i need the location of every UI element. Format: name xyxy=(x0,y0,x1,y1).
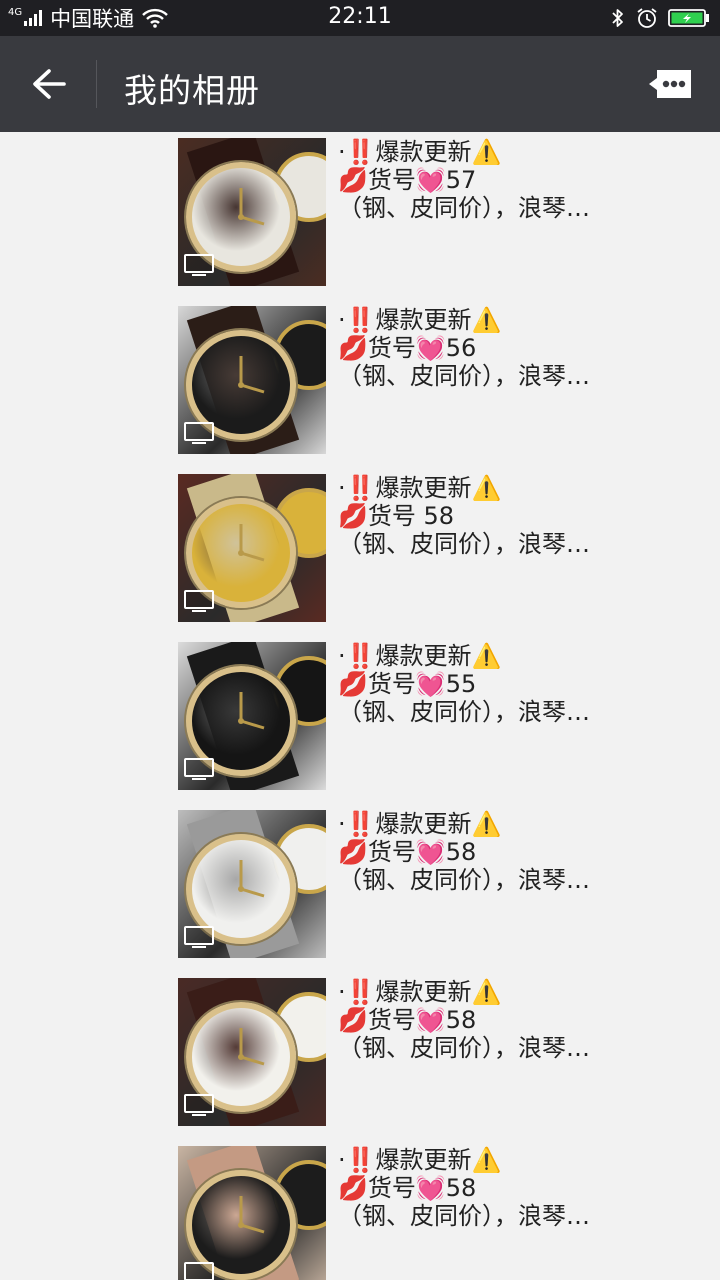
post-text-line3: （钢、皮同价），浪琴… xyxy=(338,194,590,222)
tv-icon xyxy=(184,1094,214,1120)
post-text-line2: 💋货号💓58 xyxy=(338,838,477,866)
album-post[interactable]: ·‼️爆款更新⚠️ 💋货号💓58 （钢、皮同价），浪琴… xyxy=(178,972,718,1126)
post-text-line1: ·‼️爆款更新⚠️ xyxy=(338,978,502,1006)
album-post[interactable]: ·‼️爆款更新⚠️ 💋货号💓56 （钢、皮同价），浪琴… xyxy=(178,300,718,454)
battery-icon xyxy=(668,8,710,28)
post-text-line3: （钢、皮同价），浪琴… xyxy=(338,698,590,726)
post-text-line3: （钢、皮同价），浪琴… xyxy=(338,866,590,894)
album-post[interactable]: ·‼️爆款更新⚠️ 💋货号💓57 （钢、皮同价），浪琴… xyxy=(178,132,718,286)
status-bar: 4G 中国联通 22:11 xyxy=(0,0,720,36)
post-text-line1: ·‼️爆款更新⚠️ xyxy=(338,474,502,502)
post-thumbnail[interactable] xyxy=(178,810,326,958)
tv-icon xyxy=(184,254,214,280)
post-text-line1: ·‼️爆款更新⚠️ xyxy=(338,138,502,166)
post-text-line2: 💋货号💓57 xyxy=(338,166,477,194)
album-post[interactable]: ·‼️爆款更新⚠️ 💋货号💓58 （钢、皮同价），浪琴… xyxy=(178,1140,718,1280)
tv-icon xyxy=(184,590,214,616)
post-text-line3: （钢、皮同价），浪琴… xyxy=(338,530,590,558)
album-list[interactable]: ·‼️爆款更新⚠️ 💋货号💓57 （钢、皮同价），浪琴… ·‼️爆款更新⚠️ 💋货号💓5… xyxy=(0,132,720,1280)
album-post[interactable]: ·‼️爆款更新⚠️ 💋货号💓58 （钢、皮同价），浪琴… xyxy=(178,804,718,958)
post-thumbnail[interactable] xyxy=(178,138,326,286)
post-text: ·‼️爆款更新⚠️ 💋货号💓55 （钢、皮同价），浪琴… xyxy=(338,642,718,726)
post-text: ·‼️爆款更新⚠️ 💋货号💓58 （钢、皮同价），浪琴… xyxy=(338,1146,718,1230)
post-text-line2: 💋货号 58 xyxy=(338,502,455,530)
more-button[interactable] xyxy=(640,64,700,104)
post-text: ·‼️爆款更新⚠️ 💋货号💓58 （钢、皮同价），浪琴… xyxy=(338,810,718,894)
post-text-line3: （钢、皮同价），浪琴… xyxy=(338,362,590,390)
post-thumbnail[interactable] xyxy=(178,1146,326,1280)
post-text-line1: ·‼️爆款更新⚠️ xyxy=(338,642,502,670)
post-thumbnail[interactable] xyxy=(178,978,326,1126)
tv-icon xyxy=(184,926,214,952)
arrow-left-icon xyxy=(33,69,66,99)
post-text-line2: 💋货号💓58 xyxy=(338,1174,477,1202)
page-title: 我的相册 xyxy=(124,71,260,110)
header-bar: 我的相册 xyxy=(0,36,720,132)
post-text: ·‼️爆款更新⚠️ 💋货号💓56 （钢、皮同价），浪琴… xyxy=(338,306,718,390)
header-divider xyxy=(96,60,97,108)
alarm-icon xyxy=(636,7,658,29)
post-text-line1: ·‼️爆款更新⚠️ xyxy=(338,306,502,334)
status-right xyxy=(600,6,710,30)
post-text-line2: 💋货号💓56 xyxy=(338,334,477,362)
tv-icon xyxy=(184,422,214,448)
post-thumbnail[interactable] xyxy=(178,474,326,622)
more-comment-icon xyxy=(649,70,691,98)
bluetooth-icon xyxy=(610,7,626,29)
post-text-line3: （钢、皮同价），浪琴… xyxy=(338,1202,590,1230)
album-post[interactable]: ·‼️爆款更新⚠️ 💋货号 58 （钢、皮同价），浪琴… xyxy=(178,468,718,622)
post-text-line2: 💋货号💓58 xyxy=(338,1006,477,1034)
post-text-line3: （钢、皮同价），浪琴… xyxy=(338,1034,590,1062)
back-button[interactable] xyxy=(22,60,76,108)
post-text-line2: 💋货号💓55 xyxy=(338,670,477,698)
post-text-line1: ·‼️爆款更新⚠️ xyxy=(338,1146,502,1174)
tv-icon xyxy=(184,758,214,784)
post-text: ·‼️爆款更新⚠️ 💋货号 58 （钢、皮同价），浪琴… xyxy=(338,474,718,558)
post-text: ·‼️爆款更新⚠️ 💋货号💓57 （钢、皮同价），浪琴… xyxy=(338,138,718,222)
post-thumbnail[interactable] xyxy=(178,642,326,790)
album-post[interactable]: ·‼️爆款更新⚠️ 💋货号💓55 （钢、皮同价），浪琴… xyxy=(178,636,718,790)
post-text-line1: ·‼️爆款更新⚠️ xyxy=(338,810,502,838)
post-thumbnail[interactable] xyxy=(178,306,326,454)
post-text: ·‼️爆款更新⚠️ 💋货号💓58 （钢、皮同价），浪琴… xyxy=(338,978,718,1062)
tv-icon xyxy=(184,1262,214,1280)
